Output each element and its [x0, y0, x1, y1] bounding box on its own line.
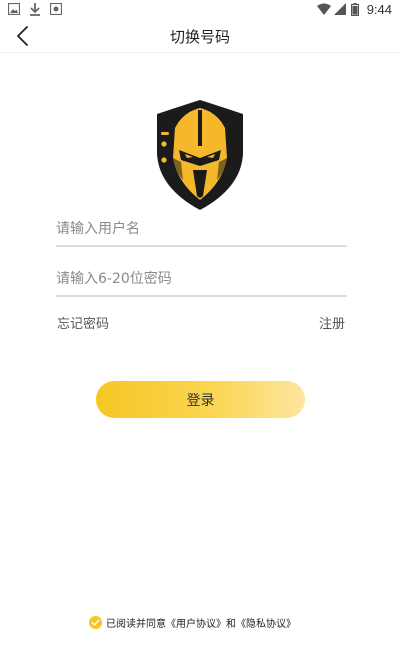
register-link[interactable]: 注册: [319, 313, 345, 332]
wifi-icon: [317, 3, 331, 15]
login-button[interactable]: 登录: [96, 381, 305, 418]
login-screen: 9:44 切换号码 忘记密码 注册: [0, 0, 400, 666]
knight-helmet-logo: [157, 100, 243, 210]
password-input[interactable]: [56, 263, 347, 297]
image-icon: [8, 3, 20, 15]
checkbox-checked-icon[interactable]: [89, 615, 102, 629]
status-bar: 9:44: [0, 0, 400, 20]
login-button-label: 登录: [186, 392, 215, 409]
agreement-row: 已阅读并同意 《用户协议》 和 《隐私协议》: [89, 614, 296, 630]
agreement-prefix: 已阅读并同意: [106, 618, 166, 630]
clock: 9:44: [366, 2, 392, 17]
battery-icon: [351, 3, 359, 16]
page-title: 切换号码: [169, 28, 230, 46]
photo-icon: [50, 3, 62, 15]
forgot-password-link[interactable]: 忘记密码: [57, 313, 109, 332]
user-agreement-link[interactable]: 《用户协议》: [166, 615, 226, 630]
privacy-agreement-link[interactable]: 《隐私协议》: [236, 615, 296, 630]
title-bar: 切换号码: [0, 20, 400, 53]
signal-icon: [334, 3, 346, 15]
download-icon: [30, 3, 40, 16]
agreement-and: 和: [226, 618, 236, 630]
username-input[interactable]: [56, 213, 347, 247]
